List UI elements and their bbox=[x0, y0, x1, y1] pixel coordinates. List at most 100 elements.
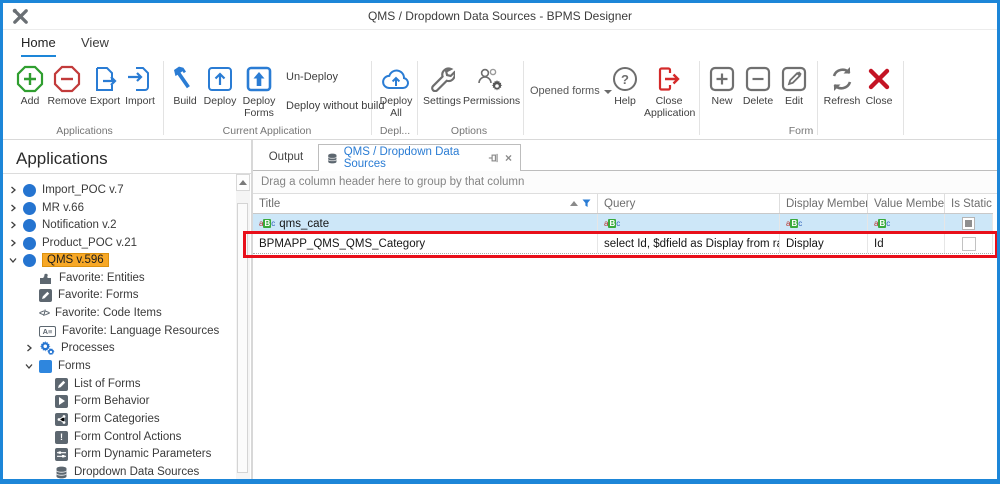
help-icon: ? bbox=[607, 63, 643, 95]
abc-filter-icon: aBc bbox=[786, 219, 803, 228]
cell-query: select Id, $dfield as Display from ray.B… bbox=[598, 234, 780, 253]
tab-output[interactable]: Output bbox=[255, 144, 317, 170]
build-button[interactable]: Build bbox=[167, 63, 203, 107]
exclamation-icon: ! bbox=[55, 430, 68, 444]
help-button[interactable]: ? Help bbox=[607, 63, 643, 107]
pin-icon[interactable] bbox=[488, 152, 499, 164]
edit-icon bbox=[777, 63, 811, 95]
deploy-all-button[interactable]: Deploy All bbox=[376, 63, 416, 119]
tree-item-favorite-entities[interactable]: Favorite: Entities bbox=[39, 269, 145, 287]
title-bar: QMS / Dropdown Data Sources - BPMS Desig… bbox=[3, 3, 997, 30]
window-title: QMS / Dropdown Data Sources - BPMS Desig… bbox=[367, 9, 633, 23]
column-header-query[interactable]: Query bbox=[598, 194, 780, 213]
abc-filter-icon: aBc bbox=[259, 219, 276, 228]
refresh-icon bbox=[821, 63, 863, 95]
filter-cell-value-member: aBc bbox=[868, 214, 945, 233]
tree-item-dropdown-data-sources[interactable]: Dropdown Data Sources bbox=[55, 463, 199, 479]
cell-value-member: Id bbox=[868, 234, 945, 253]
close-button[interactable]: Close bbox=[861, 63, 897, 107]
current-application-group-label: Current Application bbox=[222, 125, 312, 137]
tab-qms-dropdown-data-sources[interactable]: QMS / Dropdown Data Sources × bbox=[318, 144, 521, 171]
add-icon bbox=[11, 63, 49, 95]
new-button[interactable]: New bbox=[705, 63, 739, 107]
column-header-is-static[interactable]: Is Static bbox=[945, 194, 993, 213]
permissions-button[interactable]: Permissions bbox=[463, 63, 520, 107]
column-header-display-member[interactable]: Display Member bbox=[780, 194, 868, 213]
tree-item-favorite-language-resources[interactable]: A≡ Favorite: Language Resources bbox=[39, 322, 219, 340]
opened-forms-dropdown[interactable]: Opened forms bbox=[530, 85, 612, 97]
delete-icon bbox=[739, 63, 777, 95]
tree-item-list-of-forms[interactable]: List of Forms bbox=[55, 375, 140, 393]
deploy-button[interactable]: Deploy bbox=[201, 63, 239, 107]
deploy-without-build-button[interactable]: Deploy without build bbox=[286, 100, 384, 112]
gears-icon bbox=[40, 341, 55, 355]
tree-item-form-categories[interactable]: Form Categories bbox=[55, 410, 160, 428]
ribbon-tab-home[interactable]: Home bbox=[21, 35, 56, 57]
form-group-label: Form bbox=[788, 125, 814, 137]
tree-item-forms[interactable]: Forms bbox=[25, 357, 91, 375]
tree-item-product-poc[interactable]: Product_POC v.21 bbox=[9, 234, 137, 252]
bpms-designer-window: QMS / Dropdown Data Sources - BPMS Desig… bbox=[0, 0, 1000, 484]
applications-panel-title: Applications bbox=[16, 149, 108, 168]
tree-item-form-behavior[interactable]: Form Behavior bbox=[55, 392, 149, 410]
tree-scrollbar[interactable] bbox=[236, 174, 250, 479]
edit-button[interactable]: Edit bbox=[777, 63, 811, 107]
auto-filter-row[interactable]: aBc qms_cate aBc aBc aBc bbox=[253, 214, 993, 234]
scroll-up-button[interactable] bbox=[236, 174, 250, 191]
column-header-value-member[interactable]: Value Member bbox=[868, 194, 945, 213]
column-header-title[interactable]: Title bbox=[253, 194, 598, 213]
import-button[interactable]: Import bbox=[122, 63, 158, 107]
tree-item-form-dynamic-parameters[interactable]: Form Dynamic Parameters bbox=[55, 445, 211, 463]
tree-item-mr[interactable]: MR v.66 bbox=[9, 199, 84, 217]
settings-button[interactable]: Settings bbox=[421, 63, 463, 107]
forms-icon bbox=[39, 359, 52, 373]
remove-button[interactable]: Remove bbox=[47, 63, 87, 107]
sort-ascending-icon bbox=[570, 201, 578, 206]
ribbon: Add Remove Export Import Applications Bu… bbox=[3, 59, 997, 140]
tree-item-notification[interactable]: Notification v.2 bbox=[9, 216, 117, 234]
group-by-panel[interactable]: Drag a column header here to group by th… bbox=[253, 171, 997, 194]
is-static-filter-checkbox[interactable] bbox=[962, 217, 975, 230]
highlight-annotation: QMS v.596 bbox=[42, 253, 109, 267]
abc-filter-icon: aBc bbox=[874, 219, 891, 228]
applications-group-label: Applications bbox=[56, 125, 113, 137]
tree-item-form-control-actions[interactable]: ! Form Control Actions bbox=[55, 428, 181, 446]
delete-button[interactable]: Delete bbox=[739, 63, 777, 107]
filter-icon[interactable] bbox=[582, 199, 591, 208]
filter-cell-display-member: aBc bbox=[780, 214, 868, 233]
tree-item-processes[interactable]: Processes bbox=[25, 339, 115, 357]
tree-item-favorite-forms[interactable]: Favorite: Forms bbox=[39, 286, 139, 304]
add-button[interactable]: Add bbox=[11, 63, 49, 107]
tree-item-import-poc[interactable]: Import_POC v.7 bbox=[9, 181, 124, 199]
refresh-button[interactable]: Refresh bbox=[821, 63, 863, 107]
close-application-icon bbox=[644, 63, 694, 95]
deploy-forms-button[interactable]: Deploy Forms bbox=[239, 63, 279, 119]
tab-close-icon[interactable]: × bbox=[505, 151, 512, 165]
grid-data-row[interactable]: BPMAPP_QMS_QMS_Category select Id, $dfie… bbox=[253, 234, 993, 254]
application-icon bbox=[23, 218, 36, 232]
share-icon bbox=[55, 412, 68, 426]
code-icon: </> bbox=[39, 308, 50, 318]
is-static-checkbox[interactable] bbox=[961, 236, 976, 251]
chevron-right-icon bbox=[27, 344, 32, 352]
scrollbar-thumb[interactable] bbox=[237, 203, 248, 473]
chevron-right-icon bbox=[11, 221, 16, 229]
form-pencil-icon bbox=[39, 288, 52, 302]
ribbon-tab-view[interactable]: View bbox=[81, 35, 109, 57]
tree-item-qms[interactable]: QMS v.596 bbox=[9, 251, 109, 269]
chevron-right-icon bbox=[11, 239, 16, 247]
ribbon-tab-strip: Home View bbox=[3, 30, 997, 59]
tree-item-favorite-code-items[interactable]: </> Favorite: Code Items bbox=[39, 304, 162, 322]
export-button[interactable]: Export bbox=[87, 63, 123, 107]
export-icon bbox=[87, 63, 123, 95]
remove-icon bbox=[47, 63, 87, 95]
ribbon-separator bbox=[523, 61, 524, 135]
filter-cell-query: aBc bbox=[598, 214, 780, 233]
undeploy-button[interactable]: Un-Deploy bbox=[286, 71, 338, 83]
cell-is-static bbox=[945, 234, 993, 253]
chevron-right-icon bbox=[11, 186, 16, 194]
up-arrow-icon bbox=[239, 180, 247, 185]
ribbon-separator bbox=[371, 61, 372, 135]
database-icon bbox=[328, 153, 337, 163]
close-application-button[interactable]: Close Application bbox=[644, 63, 695, 119]
